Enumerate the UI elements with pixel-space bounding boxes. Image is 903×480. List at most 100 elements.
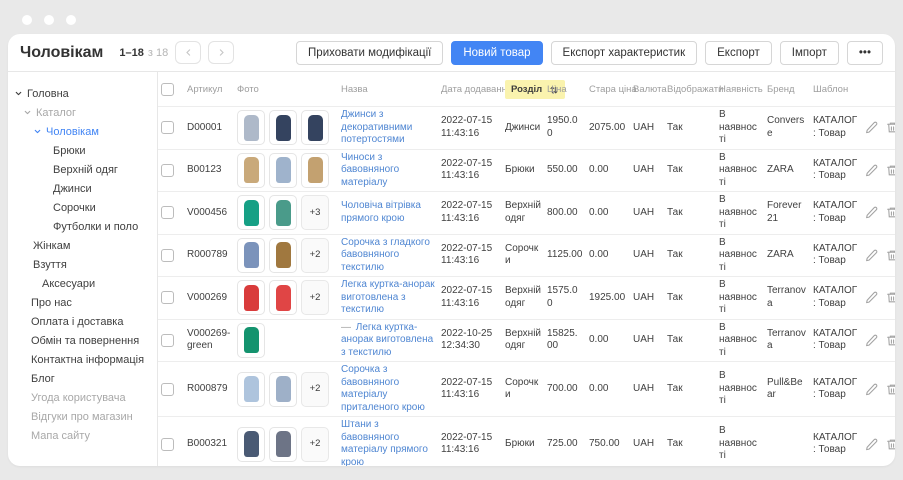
product-name-link[interactable]: Джинси з декоративними потертостями bbox=[341, 109, 412, 145]
prev-page-button[interactable] bbox=[175, 41, 201, 64]
trash-icon[interactable] bbox=[886, 291, 895, 304]
product-name-link[interactable]: Чоловіча вітрівка прямого крою bbox=[341, 200, 421, 224]
sidebar-item-kontaktna-informatsiia[interactable]: Контактна інформація bbox=[8, 350, 157, 369]
pencil-icon[interactable] bbox=[865, 121, 878, 134]
product-photo[interactable] bbox=[237, 323, 265, 358]
product-photo[interactable] bbox=[237, 238, 265, 273]
product-photo[interactable] bbox=[301, 110, 329, 145]
sidebar-item-vzuttia[interactable]: Взуття bbox=[8, 255, 157, 274]
row-checkbox[interactable] bbox=[161, 438, 174, 451]
sidebar-item-aksesuary[interactable]: Аксесуари bbox=[8, 274, 157, 293]
more-photos-badge[interactable]: +2 bbox=[301, 238, 329, 273]
sidebar-item-holovna[interactable]: Головна bbox=[8, 84, 157, 103]
column-header-old_price[interactable]: Стара ціна bbox=[586, 72, 630, 107]
trash-icon[interactable] bbox=[886, 334, 895, 347]
export-characteristics-button[interactable]: Експорт характеристик bbox=[551, 41, 698, 65]
column-header-date[interactable]: Дата додавання bbox=[438, 72, 502, 107]
product-photo[interactable] bbox=[269, 238, 297, 273]
product-name-link[interactable]: Сорочка з бавовняного матеріалу притален… bbox=[341, 364, 425, 413]
column-header-sku[interactable]: Артикул bbox=[184, 72, 234, 107]
product-name-link[interactable]: Легка куртка-анорак виготовлена з тексти… bbox=[341, 322, 433, 358]
column-header-actions[interactable] bbox=[862, 72, 895, 107]
chevron-down-icon[interactable] bbox=[33, 127, 42, 136]
export-button[interactable]: Експорт bbox=[705, 41, 772, 65]
pencil-icon[interactable] bbox=[865, 383, 878, 396]
column-header-brand[interactable]: Бренд bbox=[764, 72, 810, 107]
column-header-display[interactable]: Відображати bbox=[664, 72, 716, 107]
column-header-template[interactable]: Шаблон bbox=[810, 72, 862, 107]
trash-icon[interactable] bbox=[886, 164, 895, 177]
more-photos-badge[interactable]: +2 bbox=[301, 427, 329, 462]
pencil-icon[interactable] bbox=[865, 291, 878, 304]
sidebar-item-cholovikam[interactable]: Чоловікам bbox=[8, 122, 157, 141]
product-photo[interactable] bbox=[301, 153, 329, 188]
product-photo[interactable] bbox=[269, 427, 297, 462]
product-photo[interactable] bbox=[269, 372, 297, 407]
product-photo[interactable] bbox=[237, 153, 265, 188]
column-header-photo[interactable]: Фото bbox=[234, 72, 338, 107]
row-checkbox[interactable] bbox=[161, 291, 174, 304]
pencil-icon[interactable] bbox=[865, 438, 878, 451]
product-photo[interactable] bbox=[237, 280, 265, 315]
product-name-link[interactable]: Чиноси з бавовняного матеріалу bbox=[341, 152, 399, 188]
product-photo[interactable] bbox=[269, 280, 297, 315]
pencil-icon[interactable] bbox=[865, 334, 878, 347]
trash-icon[interactable] bbox=[886, 206, 895, 219]
sidebar-item-futbolky-y-polo[interactable]: Футболки и поло bbox=[8, 217, 157, 236]
pencil-icon[interactable] bbox=[865, 249, 878, 262]
sidebar-item-vidhuky-pro-mahazyn[interactable]: Відгуки про магазин bbox=[8, 407, 157, 426]
product-photo[interactable] bbox=[269, 195, 297, 230]
trash-icon[interactable] bbox=[886, 438, 895, 451]
sidebar-item-uhoda-korystuvacha[interactable]: Угода користувача bbox=[8, 388, 157, 407]
row-checkbox[interactable] bbox=[161, 121, 174, 134]
more-photos-badge[interactable]: +2 bbox=[301, 280, 329, 315]
product-name-link[interactable]: Сорочка з гладкого бавовняного текстилю bbox=[341, 237, 430, 273]
sidebar-item-bloh[interactable]: Блог bbox=[8, 369, 157, 388]
sidebar-item-mapa-saitu[interactable]: Мапа сайту bbox=[8, 426, 157, 445]
column-header-section[interactable]: Розділ bbox=[502, 72, 544, 107]
product-name-link[interactable]: Легка куртка-анорак виготовлена з тексти… bbox=[341, 279, 435, 315]
row-checkbox[interactable] bbox=[161, 383, 174, 396]
row-checkbox[interactable] bbox=[161, 206, 174, 219]
column-header-currency[interactable]: Валюта bbox=[630, 72, 664, 107]
product-photo[interactable] bbox=[269, 110, 297, 145]
product-photo[interactable] bbox=[269, 153, 297, 188]
sidebar-item-briuky[interactable]: Брюки bbox=[8, 141, 157, 160]
sidebar-item-oplata-i-dostavka[interactable]: Оплата і доставка bbox=[8, 312, 157, 331]
pencil-icon[interactable] bbox=[865, 206, 878, 219]
product-name-link[interactable]: Штани з бавовняного матеріалу прямого кр… bbox=[341, 419, 428, 466]
more-actions-button[interactable]: ••• bbox=[847, 41, 883, 65]
sidebar-item-dzhynsy[interactable]: Джинси bbox=[8, 179, 157, 198]
column-header-name[interactable]: Назва bbox=[338, 72, 438, 107]
cell-date: 2022-07-15 11:43:16 bbox=[438, 149, 502, 192]
sidebar-item-obmin-ta-povernennia[interactable]: Обмін та повернення bbox=[8, 331, 157, 350]
more-photos-badge[interactable]: +3 bbox=[301, 195, 329, 230]
product-photo[interactable] bbox=[237, 427, 265, 462]
more-photos-badge[interactable]: +2 bbox=[301, 372, 329, 407]
column-header-stock[interactable]: Наявність bbox=[716, 72, 764, 107]
product-photo[interactable] bbox=[237, 110, 265, 145]
sidebar-item-pro-nas[interactable]: Про нас bbox=[8, 293, 157, 312]
cell-section: Сорочки bbox=[502, 362, 544, 417]
sidebar-item-verkhnii-odiah[interactable]: Верхній одяг bbox=[8, 160, 157, 179]
select-all-checkbox[interactable] bbox=[161, 83, 174, 96]
chevron-down-icon[interactable] bbox=[14, 89, 23, 98]
row-checkbox[interactable] bbox=[161, 334, 174, 347]
trash-icon[interactable] bbox=[886, 383, 895, 396]
new-product-button[interactable]: Новий товар bbox=[451, 41, 542, 65]
sidebar-item-sorochky[interactable]: Сорочки bbox=[8, 198, 157, 217]
sidebar-item-kataloh[interactable]: Каталог bbox=[8, 103, 157, 122]
trash-icon[interactable] bbox=[886, 121, 895, 134]
sidebar-item-zhinkam[interactable]: Жінкам bbox=[8, 236, 157, 255]
pencil-icon[interactable] bbox=[865, 164, 878, 177]
product-photo[interactable] bbox=[237, 372, 265, 407]
column-header-price[interactable]: Ціна bbox=[544, 72, 586, 107]
chevron-down-icon[interactable] bbox=[23, 108, 32, 117]
next-page-button[interactable] bbox=[208, 41, 234, 64]
hide-modifications-button[interactable]: Приховати модифікації bbox=[296, 41, 443, 65]
row-checkbox[interactable] bbox=[161, 249, 174, 262]
import-button[interactable]: Імпорт bbox=[780, 41, 839, 65]
product-photo[interactable] bbox=[237, 195, 265, 230]
row-checkbox[interactable] bbox=[161, 164, 174, 177]
trash-icon[interactable] bbox=[886, 249, 895, 262]
